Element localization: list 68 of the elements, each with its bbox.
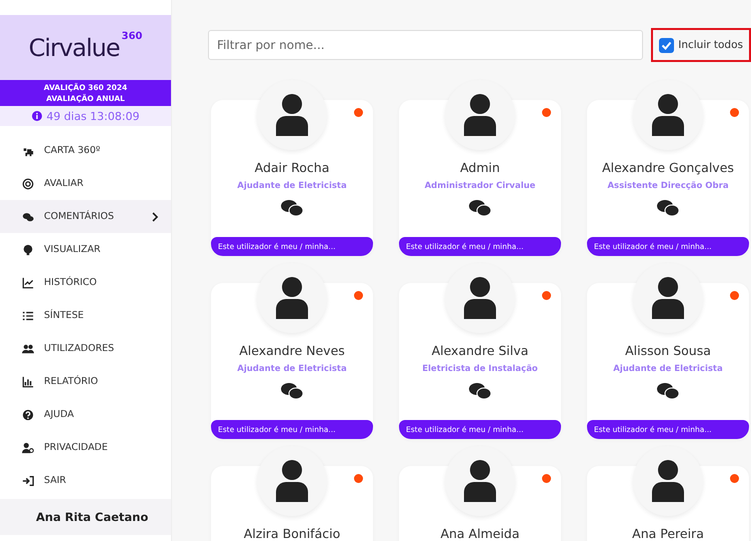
menu-item[interactable]: VISUALIZAR [0, 233, 171, 266]
person-icon [273, 94, 311, 136]
user-name: Alzira Bonifácio [244, 526, 340, 541]
menu-item[interactable]: HISTÓRICO [0, 266, 171, 299]
comments-icon[interactable] [657, 199, 679, 217]
person-icon [461, 460, 499, 502]
status-dot [730, 474, 739, 483]
person-icon [273, 277, 311, 319]
user-name: Ana Almeida [440, 526, 520, 541]
menu-item[interactable]: COMENTÁRIOS [0, 200, 171, 233]
menu-item[interactable]: UTILIZADORES [0, 332, 171, 365]
person-icon [649, 460, 687, 502]
menu-item[interactable]: RELATÓRIO [0, 365, 171, 398]
user-name: Ana Rita Caetano [0, 499, 171, 535]
user-role: Ajudante de Eletricista [237, 364, 347, 374]
person-icon [461, 94, 499, 136]
user-name: Adair Rocha [254, 160, 330, 175]
user-role: Ajudante de Eletricista [237, 181, 347, 191]
logo-superscript: 360 [121, 31, 142, 42]
comments-icon[interactable] [281, 382, 303, 400]
countdown: 49 dias 13:08:09 [46, 110, 140, 122]
status-dot [354, 474, 363, 483]
include-all-checkbox[interactable]: Incluir todos [651, 28, 751, 62]
user-role: Ajudante de Eletricista [613, 364, 723, 374]
logo-text: Cirvalue [28, 34, 120, 62]
status-dot [354, 108, 363, 117]
info-icon [32, 111, 42, 121]
user-role: Administrador Cirvalue [424, 181, 536, 191]
status-dot [730, 108, 739, 117]
menu-icon [22, 342, 34, 354]
menu-icon [22, 276, 34, 288]
user-name: Admin [460, 160, 500, 175]
menu-item[interactable]: CARTA 360º [0, 134, 171, 167]
user-role: Assistente Direcção Obra [607, 181, 729, 191]
menu-item[interactable]: SÍNTESE [0, 299, 171, 332]
status-dot [542, 474, 551, 483]
menu-icon [22, 210, 34, 222]
user-name: Alisson Sousa [625, 343, 711, 358]
menu-icon [22, 244, 34, 256]
search-field[interactable]: Filtrar por nome... [208, 30, 644, 60]
person-icon [461, 277, 499, 319]
user-role: Eletricista de Instalação [422, 364, 538, 374]
comments-icon[interactable] [469, 382, 491, 400]
comments-icon[interactable] [281, 199, 303, 217]
person-icon [273, 460, 311, 502]
menu-item[interactable]: PRIVACIDADE [0, 431, 171, 464]
comments-icon[interactable] [657, 382, 679, 400]
status-dot [542, 108, 551, 117]
menu-icon [22, 310, 34, 322]
person-icon [649, 277, 687, 319]
person-icon [649, 94, 687, 136]
menu-item[interactable]: AVALIAR [0, 167, 171, 200]
status-dot [542, 291, 551, 300]
user-name: Alexandre Gonçalves [602, 160, 734, 175]
menu-icon [22, 442, 34, 454]
checkbox[interactable] [659, 38, 674, 52]
menu-icon [22, 178, 34, 190]
menu-icon [22, 408, 34, 420]
user-name: Ana Pereira [632, 526, 704, 541]
menu-item[interactable]: AJUDA [0, 398, 171, 431]
user-name: Alexandre Neves [239, 343, 345, 358]
menu-icon [22, 474, 34, 486]
user-name: Alexandre Silva [432, 343, 528, 358]
menu-icon [22, 376, 34, 388]
comments-icon[interactable] [469, 199, 491, 217]
status-dot [730, 291, 739, 300]
status-dot [354, 291, 363, 300]
menu-item[interactable]: SAIR [0, 464, 171, 497]
